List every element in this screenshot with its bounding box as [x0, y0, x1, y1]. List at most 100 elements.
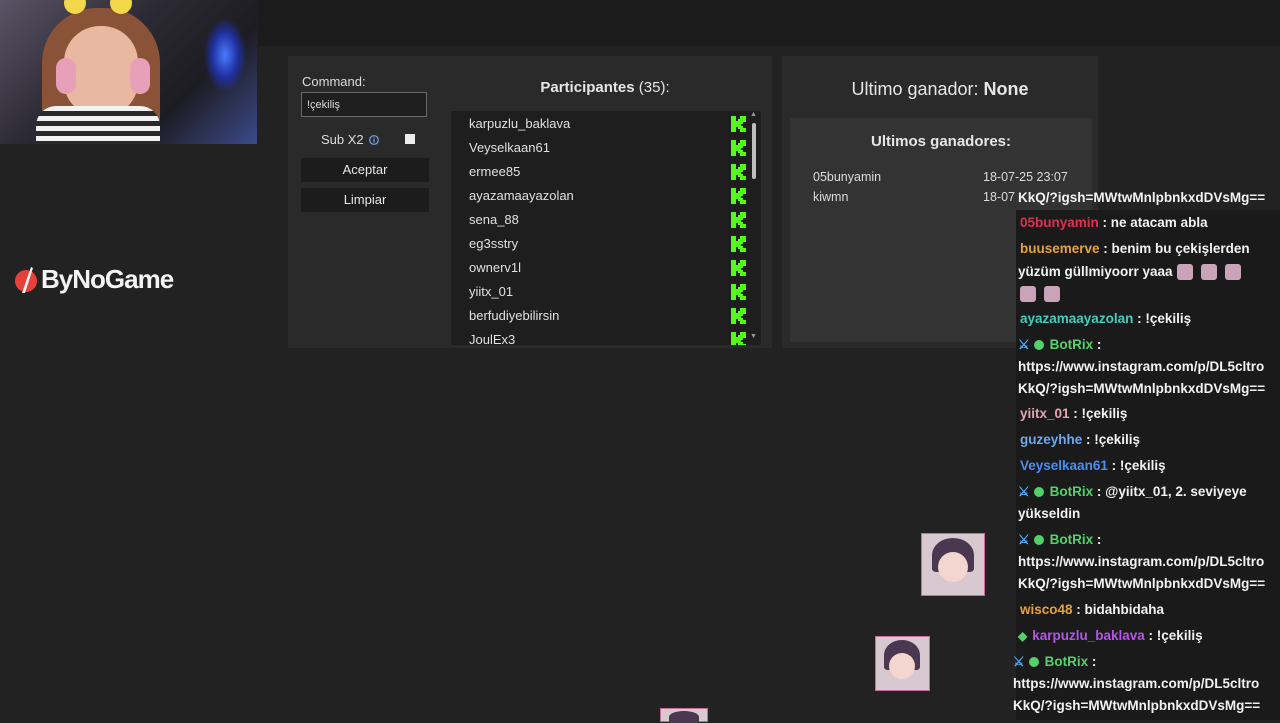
chat-text: : !çekiliş [1082, 432, 1141, 447]
chat-line [1018, 282, 1064, 306]
participant-name: karpuzlu_baklava [469, 116, 571, 131]
moderator-badge-icon: ⚔ [1018, 484, 1030, 499]
info-icon[interactable] [368, 134, 379, 145]
gem-badge-icon: ◆ [1018, 629, 1028, 643]
chat-message: ◆ karpuzlu_baklava : !çekiliş [1018, 624, 1203, 648]
chat-username[interactable]: ayazamaayazolan [1020, 311, 1133, 326]
chat-username[interactable]: BotRix [1050, 532, 1094, 547]
chat-link[interactable]: KkQ/?igsh=MWtwMnlpbnkxdDVsMg== [1018, 381, 1265, 396]
kick-icon [731, 260, 746, 276]
winners-history-title: Ultimos ganadores: [870, 133, 1012, 150]
chat-username[interactable]: BotRix [1045, 654, 1089, 669]
chat-text: : benim bu çekişlerden [1099, 241, 1250, 256]
accept-button[interactable]: Aceptar [301, 158, 429, 182]
list-item: ownerv1l [469, 256, 746, 280]
scroll-down-icon[interactable]: ▼ [750, 333, 757, 340]
chat-text: yükseldin [1018, 506, 1081, 521]
chat-username[interactable]: yiitx_01 [1020, 406, 1070, 421]
chat-username[interactable]: 05bunyamin [1020, 215, 1099, 230]
chat-message: guzeyhhe : !çekiliş [1020, 428, 1140, 452]
chat-username[interactable]: guzeyhhe [1020, 432, 1082, 447]
kick-icon [731, 236, 746, 252]
chat-username[interactable]: Veyselkaan61 [1020, 458, 1108, 473]
chat-message: ⚔ BotRix : [1018, 333, 1101, 357]
sub-x2-label: Sub X2 [321, 132, 364, 147]
chat-text: : !çekiliş [1107, 458, 1166, 473]
command-label: Command: [302, 74, 366, 89]
chat-text: yüzüm güllmiyoorr yaaa [1018, 264, 1173, 279]
command-input[interactable] [301, 92, 427, 117]
chat-text: : !çekiliş [1069, 406, 1128, 421]
anime-sticker [921, 533, 985, 596]
sticker-face [938, 552, 968, 582]
chat-username[interactable]: BotRix [1050, 484, 1094, 499]
sticker-face [889, 653, 915, 679]
list-item: sena_88 [469, 208, 746, 232]
kick-icon [731, 116, 746, 132]
chat-text: : @yiitx_01, 2. seviyeye [1093, 484, 1247, 499]
chat-message: yiitx_01 : !çekiliş [1020, 402, 1127, 426]
emote-icon [1224, 264, 1241, 281]
participants-title: Participantes (35): [450, 79, 760, 96]
kick-icon [731, 188, 746, 204]
winner-name: kiwmn [813, 190, 849, 204]
chat-text: : ne atacam abla [1098, 215, 1208, 230]
kick-icon [731, 164, 746, 180]
chat-line: KkQ/?igsh=MWtwMnlpbnkxdDVsMg== [1018, 377, 1265, 401]
chat-message: ⚔ BotRix : [1018, 528, 1101, 552]
sub-x2-row: Sub X2 [321, 132, 379, 147]
chat-line: KkQ/?igsh=MWtwMnlpbnkxdDVsMg== [1018, 572, 1265, 596]
headphone-right [130, 58, 150, 94]
participants-list[interactable]: karpuzlu_baklava Veyselkaan61 ermee85 ay… [451, 111, 761, 345]
sticker-hair [669, 711, 699, 723]
chat-message: ayazamaayazolan : !çekiliş [1020, 307, 1191, 331]
emote-icon [1200, 264, 1217, 281]
last-winner: Ultimo ganador: None [782, 79, 1098, 100]
webcam-feed [0, 0, 257, 144]
chat-text: : [1093, 532, 1102, 547]
chat-line: KkQ/?igsh=MWtwMnlpbnkxdDVsMg== [1013, 694, 1260, 718]
list-item: eg3sstry [469, 232, 746, 256]
bynogame-logo-icon [15, 266, 37, 293]
scroll-up-icon[interactable]: ▲ [750, 111, 757, 118]
chat-username[interactable]: karpuzlu_baklava [1032, 628, 1145, 643]
chat-username[interactable]: buusemerve [1020, 241, 1100, 256]
winner-date: 18-07-25 23:07 [983, 170, 1068, 184]
verified-badge-icon [1033, 487, 1044, 498]
clear-button[interactable]: Limpiar [301, 188, 429, 212]
participant-name: Veyselkaan61 [469, 140, 550, 155]
list-item: Veyselkaan61 [469, 136, 746, 160]
chat-username[interactable]: BotRix [1050, 337, 1094, 352]
participants-scrollbar[interactable]: ▲ ▼ [748, 111, 761, 345]
chat-text: : !çekiliş [1133, 311, 1192, 326]
chat-line: https://www.instagram.com/p/DL5cltro [1013, 672, 1259, 696]
chat-link[interactable]: KkQ/?igsh=MWtwMnlpbnkxdDVsMg== [1013, 698, 1260, 713]
chat-line: https://www.instagram.com/p/DL5cltro [1018, 550, 1264, 574]
chat-text: : [1093, 337, 1102, 352]
sub-x2-checkbox[interactable] [405, 134, 415, 144]
winner-name: 05bunyamin [813, 170, 882, 184]
participants-title-text: Participantes [540, 79, 635, 96]
emote-icon [1044, 286, 1060, 303]
participant-name: eg3sstry [469, 236, 519, 251]
chat-text: : [1088, 654, 1097, 669]
top-bar [258, 0, 1280, 46]
list-item: yiitx_01 [469, 280, 746, 304]
scroll-thumb[interactable] [752, 123, 756, 179]
chat-username[interactable]: wisco48 [1020, 602, 1073, 617]
chat-link[interactable]: https://www.instagram.com/p/DL5cltro [1018, 554, 1264, 569]
chat-link[interactable]: KkQ/?igsh=MWtwMnlpbnkxdDVsMg== [1018, 576, 1265, 591]
list-item: karpuzlu_baklava [469, 112, 746, 136]
last-winner-label: Ultimo ganador: [851, 79, 979, 99]
kick-icon [731, 308, 746, 324]
verified-badge-icon [1033, 535, 1044, 546]
background-light [205, 20, 245, 90]
participant-name: yiitx_01 [469, 284, 514, 299]
kick-icon [731, 332, 746, 345]
chat-link[interactable]: https://www.instagram.com/p/DL5cltro [1013, 676, 1259, 691]
participant-name: ayazamaayazolan [469, 188, 574, 203]
chat-link[interactable]: https://www.instagram.com/p/DL5cltro [1018, 359, 1264, 374]
winner-date: 18-07 [983, 190, 1015, 204]
list-item: JoulEx3 [469, 328, 746, 345]
headphone-left [56, 58, 76, 94]
